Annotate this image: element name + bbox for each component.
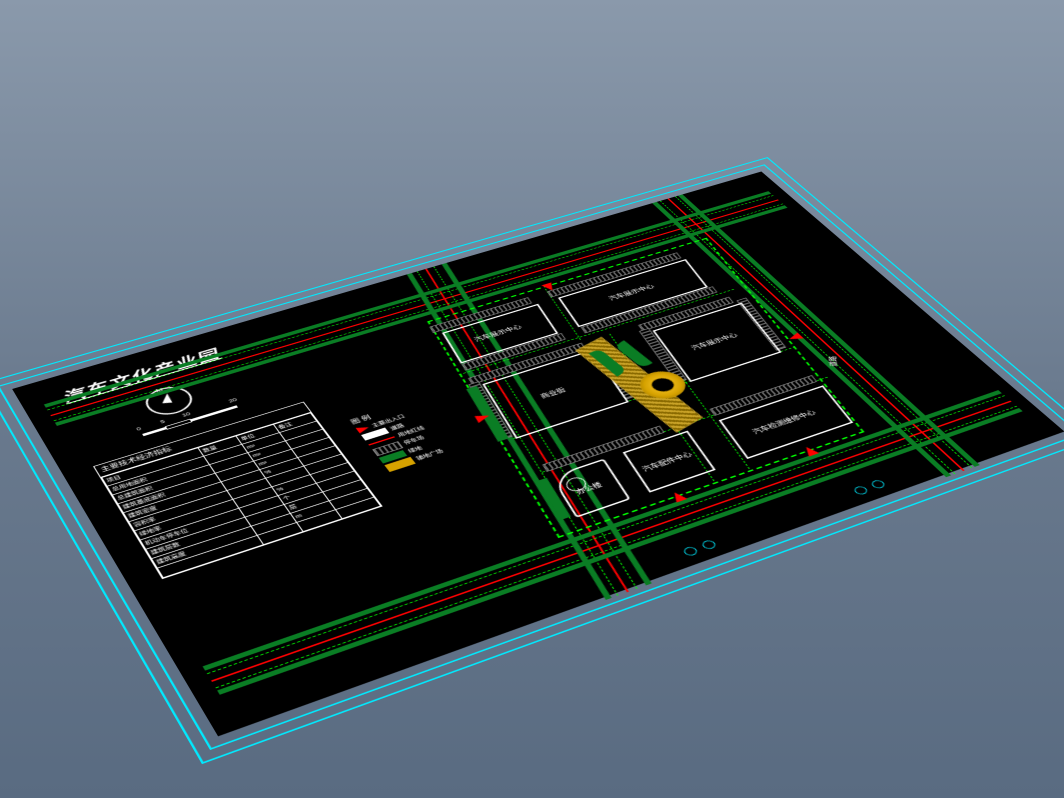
greenbelt-line	[215, 406, 1017, 688]
table-row	[157, 497, 380, 578]
survey-point-icon	[869, 479, 887, 490]
legend-swatch-plaza-icon	[384, 457, 415, 472]
compass-needle-icon	[162, 393, 172, 403]
entrance-arrow-icon	[801, 445, 819, 456]
building-label: 汽车检测维修中心	[749, 408, 817, 436]
legend-item: 绿地	[379, 431, 466, 463]
legend-label: 绿地	[407, 445, 424, 455]
building-detail-circle	[563, 475, 589, 494]
drawing-area: 汽车文化产业园 0 5 10 20 主要技术经济指标 项目	[12, 172, 1064, 737]
table-row: 机动车停车位个	[140, 471, 361, 549]
road-label: 道路	[826, 356, 840, 367]
legend-swatch-entrance-icon	[356, 425, 371, 434]
entrance-arrow-icon	[475, 412, 492, 423]
table-row: 建筑高度m	[151, 488, 373, 568]
legend-item: 铺地广场	[384, 438, 472, 472]
green-patch	[538, 478, 571, 520]
building-b7	[551, 459, 631, 518]
legend-label: 铺地广场	[415, 448, 445, 462]
greenbelt	[203, 390, 1002, 670]
survey-point-icon	[852, 485, 870, 496]
drawing-sheet: 汽车文化产业园 0 5 10 20 主要技术经济指标 项目	[0, 164, 1064, 750]
spec-table-header: 主要技术经济指标	[94, 402, 310, 477]
survey-point-icon	[682, 546, 700, 557]
scale-tick: 20	[228, 398, 238, 404]
greenbelt-line	[207, 395, 1005, 674]
table-row: 建筑层数层	[146, 480, 368, 559]
table-row: 容积率	[129, 454, 348, 531]
table-row: 建筑基底面积m²	[118, 437, 335, 512]
building-label: 办公楼	[573, 480, 604, 496]
legend-swatch-green-icon	[379, 450, 408, 463]
legend-swatch-parking-icon	[372, 441, 403, 456]
spec-table-body: 项目 数量 单位 备注 总用地面积m² 总建筑面积m² 建筑基底面积m² 建筑密…	[101, 413, 381, 579]
viewport-3d[interactable]: 汽车文化产业园 0 5 10 20 主要技术经济指标 项目	[0, 0, 1064, 798]
legend-label: 道路	[389, 422, 406, 431]
parking-row	[542, 426, 664, 472]
legend-label: 停车场	[402, 434, 426, 446]
